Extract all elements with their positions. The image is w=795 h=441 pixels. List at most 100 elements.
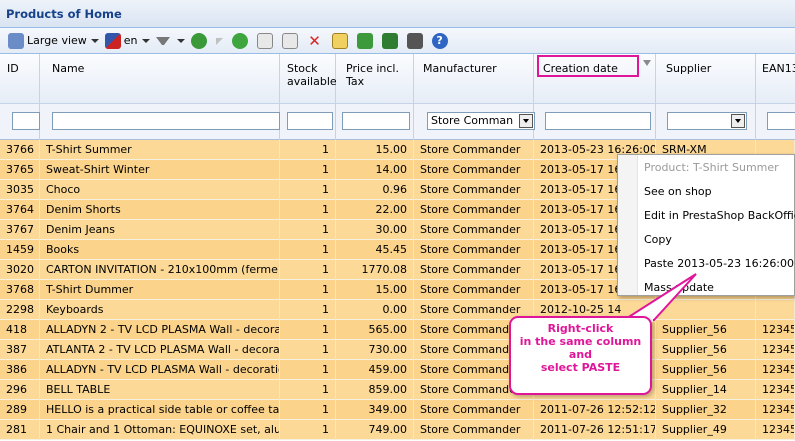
cell-price[interactable]: 14.00 xyxy=(336,160,414,180)
cell-id[interactable]: 281 xyxy=(0,420,40,440)
cell-stock[interactable]: 1 xyxy=(280,240,336,260)
cell-stock[interactable]: 1 xyxy=(280,340,336,360)
cell-manufacturer[interactable]: Store Commander xyxy=(414,140,534,160)
column-header-price[interactable]: Price incl. Tax xyxy=(336,54,414,104)
language-selector[interactable]: en xyxy=(104,30,150,52)
cell-stock[interactable]: 1 xyxy=(280,260,336,280)
cell-manufacturer[interactable]: Store Commander xyxy=(414,160,534,180)
cell-supplier[interactable]: Supplier_56 xyxy=(656,340,756,360)
cell-name[interactable]: ALLADYN - TV LCD PLASMA Wall - decoratio… xyxy=(40,360,280,380)
cell-stock[interactable]: 1 xyxy=(280,360,336,380)
table-row[interactable]: 296 BELL TABLE 1 859.00 Store Commander Suppl… xyxy=(0,380,795,400)
cell-stock[interactable]: 1 xyxy=(280,200,336,220)
cell-price[interactable]: 1770.08 xyxy=(336,260,414,280)
column-header-ean13[interactable]: EAN13 xyxy=(756,54,795,104)
cell-supplier[interactable]: Supplier_14 xyxy=(656,380,756,400)
table-row[interactable]: 289 HELLO is a practical side table or co… xyxy=(0,400,795,420)
cell-id[interactable]: 289 xyxy=(0,400,40,420)
cell-stock[interactable]: 1 xyxy=(280,300,336,320)
id-filter-input[interactable] xyxy=(12,112,40,130)
duplicate-advanced-button[interactable] xyxy=(281,30,301,52)
merge-button[interactable] xyxy=(356,30,376,52)
cell-supplier[interactable]: Supplier_32 xyxy=(656,400,756,420)
cell-name[interactable]: HELLO is a practical side table or coffe… xyxy=(40,400,280,420)
cell-price[interactable]: 30.00 xyxy=(336,220,414,240)
cell-price[interactable]: 0.00 xyxy=(336,300,414,320)
context-menu-copy[interactable]: Copy xyxy=(618,228,795,252)
cell-supplier[interactable]: Supplier_49 xyxy=(656,420,756,440)
cell-price[interactable]: 459.00 xyxy=(336,360,414,380)
add-button[interactable] xyxy=(231,30,251,52)
cell-manufacturer[interactable]: Store Commander xyxy=(414,240,534,260)
cell-ean[interactable]: 123456 xyxy=(756,360,795,380)
refresh-button[interactable] xyxy=(190,30,210,52)
cell-stock[interactable]: 1 xyxy=(280,420,336,440)
cell-price[interactable]: 0.96 xyxy=(336,180,414,200)
cell-id[interactable]: 3768 xyxy=(0,280,40,300)
filter-button[interactable] xyxy=(155,30,185,52)
cell-name[interactable]: Books xyxy=(40,240,280,260)
cell-name[interactable]: T-Shirt Dummer xyxy=(40,280,280,300)
cell-ean[interactable]: 123456 xyxy=(756,340,795,360)
column-header-id[interactable]: ID xyxy=(0,54,40,104)
cell-date[interactable]: 2011-07-26 12:52:12 xyxy=(534,400,656,420)
context-menu-edit-backoffice[interactable]: Edit in PrestaShop BackOffice xyxy=(618,204,795,228)
cell-name[interactable]: CARTON INVITATION - 210x100mm (ferme) / … xyxy=(40,260,280,280)
view-selector[interactable]: Large view xyxy=(8,30,99,52)
cell-supplier[interactable]: Supplier_56 xyxy=(656,360,756,380)
cell-name[interactable]: T-Shirt Summer xyxy=(40,140,280,160)
cell-name[interactable]: 1 Chair and 1 Ottoman: EQUINOXE set, alu… xyxy=(40,420,280,440)
supplier-filter-select[interactable] xyxy=(667,112,747,130)
column-header-manufacturer[interactable]: Manufacturer xyxy=(414,54,534,104)
cell-id[interactable]: 386 xyxy=(0,360,40,380)
cell-ean[interactable]: 123456 xyxy=(756,400,795,420)
window-button[interactable] xyxy=(406,30,426,52)
table-row[interactable]: 386 ALLADYN - TV LCD PLASMA Wall - decora… xyxy=(0,360,795,380)
cell-price[interactable]: 22.00 xyxy=(336,200,414,220)
cell-name[interactable]: ATLANTA 2 - TV LCD PLASMA Wall - decorat… xyxy=(40,340,280,360)
cell-stock[interactable]: 1 xyxy=(280,280,336,300)
excel-button[interactable] xyxy=(381,30,401,52)
cell-name[interactable]: BELL TABLE xyxy=(40,380,280,400)
cell-manufacturer[interactable]: Store Commander xyxy=(414,200,534,220)
cell-manufacturer[interactable]: Store Commander xyxy=(414,420,534,440)
context-menu-see-on-shop[interactable]: See on shop xyxy=(618,180,795,204)
cell-date[interactable]: 2011-07-26 12:51:17 xyxy=(534,420,656,440)
help-button[interactable]: ? xyxy=(431,30,451,52)
cell-ean[interactable]: 123456 xyxy=(756,380,795,400)
cell-id[interactable]: 296 xyxy=(0,380,40,400)
cell-stock[interactable]: 1 xyxy=(280,400,336,420)
cell-name[interactable]: Denim Jeans xyxy=(40,220,280,240)
cell-name[interactable]: ALLADYN 2 - TV LCD PLASMA Wall - decorat… xyxy=(40,320,280,340)
cell-id[interactable]: 387 xyxy=(0,340,40,360)
price-filter-input[interactable] xyxy=(342,112,410,130)
chevron-down-icon[interactable] xyxy=(731,114,745,128)
cell-manufacturer[interactable]: Store Commander xyxy=(414,400,534,420)
column-header-stock[interactable]: Stock available xyxy=(280,54,337,104)
cell-id[interactable]: 3020 xyxy=(0,260,40,280)
cell-id[interactable]: 3765 xyxy=(0,160,40,180)
cell-stock[interactable]: 1 xyxy=(280,320,336,340)
stock-filter-input[interactable] xyxy=(287,112,333,130)
cell-stock[interactable]: 1 xyxy=(280,140,336,160)
cell-price[interactable]: 730.00 xyxy=(336,340,414,360)
ean-filter-input[interactable] xyxy=(767,112,795,130)
cell-stock[interactable]: 1 xyxy=(280,380,336,400)
cell-id[interactable]: 3766 xyxy=(0,140,40,160)
cell-price[interactable]: 15.00 xyxy=(336,140,414,160)
cell-price[interactable]: 749.00 xyxy=(336,420,414,440)
cell-ean[interactable]: 123456 xyxy=(756,420,795,440)
cell-ean[interactable] xyxy=(756,300,795,320)
cell-price[interactable]: 565.00 xyxy=(336,320,414,340)
cell-stock[interactable]: 1 xyxy=(280,220,336,240)
edit-button[interactable] xyxy=(331,30,351,52)
cell-manufacturer[interactable]: Store Commander xyxy=(414,220,534,240)
table-row[interactable]: 281 1 Chair and 1 Ottoman: EQUINOXE set, … xyxy=(0,420,795,440)
cell-price[interactable]: 45.45 xyxy=(336,240,414,260)
date-filter-input[interactable] xyxy=(545,112,651,130)
cell-manufacturer[interactable]: Store Commander xyxy=(414,260,534,280)
name-filter-input[interactable] xyxy=(52,112,280,130)
cell-price[interactable]: 859.00 xyxy=(336,380,414,400)
cell-name[interactable]: Choco xyxy=(40,180,280,200)
column-header-name[interactable]: Name xyxy=(40,54,280,104)
